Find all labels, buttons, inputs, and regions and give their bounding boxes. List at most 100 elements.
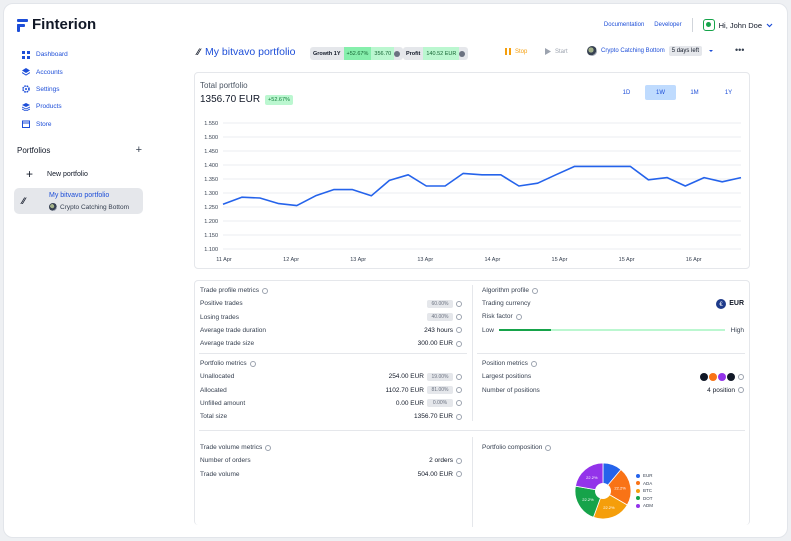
divider	[691, 18, 693, 32]
legend-label: ADM	[643, 503, 653, 509]
info-icon[interactable]	[530, 360, 537, 367]
add-portfolio-icon[interactable]: +	[136, 145, 142, 156]
info-icon[interactable]	[456, 400, 462, 407]
layers-icon	[22, 68, 30, 76]
start-label: Start	[555, 48, 568, 55]
legend-swatch	[636, 488, 640, 493]
sidebar-item-dashboard[interactable]: Dashboard	[22, 46, 68, 63]
info-icon[interactable]	[249, 360, 256, 367]
info-icon[interactable]	[738, 373, 744, 380]
store-icon	[22, 120, 30, 129]
info-icon[interactable]	[456, 387, 462, 394]
info-icon[interactable]	[545, 444, 552, 451]
portfolio-total: 1356.70 EUR	[200, 94, 261, 105]
x-tick-label: 15 Apr	[619, 257, 635, 263]
y-tick-label: 1.500	[204, 135, 218, 141]
developer-link[interactable]: Developer	[654, 22, 681, 28]
metric-value: 40.00%	[427, 313, 462, 322]
info-icon[interactable]	[265, 444, 272, 451]
documentation-link[interactable]: Documentation	[604, 22, 644, 28]
metric-row: Unallocated 254.00 EUR 19.00%	[200, 370, 462, 383]
percent-badge: 81.00%	[427, 386, 453, 395]
legend-item: ADA	[636, 480, 653, 488]
sidebar-item-settings[interactable]: Settings	[22, 81, 68, 98]
stop-label: Stop	[515, 48, 528, 55]
composition-title: Portfolio composition	[482, 444, 543, 451]
metric-label: Trade volume	[200, 470, 240, 478]
metric-value-text: 300.00 EUR	[417, 340, 453, 348]
info-icon[interactable]	[394, 50, 401, 57]
count-label: Number of positions	[482, 386, 540, 394]
portfolio-icon: ⁄⁄	[197, 47, 201, 57]
user-greeting: Hi, John Doe	[718, 20, 762, 30]
x-tick-label: 15 Apr	[552, 257, 568, 263]
slice-label: 22.2%	[586, 475, 598, 480]
legend-label: BTC	[643, 488, 652, 494]
info-icon[interactable]	[456, 471, 462, 478]
metric-value-text: 243 hours	[424, 326, 453, 334]
metric-row: Average trade duration 243 hours	[200, 324, 462, 337]
info-icon[interactable]	[456, 340, 462, 347]
info-icon[interactable]	[515, 313, 522, 320]
percent-badge: 40.00%	[427, 313, 453, 322]
brand-logo[interactable]: Finterion	[17, 16, 96, 33]
info-icon[interactable]	[456, 457, 462, 464]
slice-label: 22.2%	[582, 497, 594, 502]
info-icon[interactable]	[459, 50, 466, 57]
y-tick-label: 1.350	[204, 177, 218, 183]
info-icon[interactable]	[456, 413, 462, 420]
sidebar-item-products[interactable]: Products	[22, 98, 68, 115]
sidebar-item-store[interactable]: Store	[22, 116, 68, 133]
y-tick-label: 1.550	[204, 121, 218, 127]
range-tab-1m[interactable]: 1M	[679, 85, 710, 100]
y-tick-label: 1.250	[204, 205, 218, 211]
metric-row: Number of orders 2 orders	[200, 454, 462, 467]
new-portfolio-button[interactable]: + New portfolio	[26, 168, 88, 180]
stop-button[interactable]: Stop	[505, 48, 527, 55]
info-icon[interactable]	[456, 300, 462, 307]
count-value-text: 4 position	[707, 386, 735, 394]
sidebar-portfolio-item[interactable]: ⁄⁄ My bitvavo portfolio Crypto Catching …	[14, 188, 143, 214]
growth-pct: +52.67%	[343, 47, 372, 60]
portfolios-header: Portfolios +	[17, 145, 142, 156]
percent-badge: 60.00%	[427, 299, 453, 308]
portfolio-bot: Crypto Catching Bottom	[49, 203, 129, 211]
metric-label: Average trade duration	[200, 326, 267, 334]
sidebar-item-accounts[interactable]: Accounts	[22, 63, 68, 80]
user-menu[interactable]: Hi, John Doe	[702, 19, 773, 31]
start-button[interactable]: Start	[545, 48, 568, 55]
info-icon[interactable]	[531, 287, 538, 294]
slice-label: 22.2%	[603, 505, 615, 510]
sidebar-item-label: Settings	[36, 85, 60, 93]
caret-down-icon	[709, 49, 714, 52]
percent-badge: 19.00%	[427, 372, 453, 381]
metric-row: Allocated 1102.70 EUR 81.00%	[200, 383, 462, 396]
info-icon[interactable]	[262, 287, 268, 294]
metric-value-text: 1356.70 EUR	[413, 413, 453, 421]
range-tab-1d[interactable]: 1D	[611, 85, 642, 100]
position-metrics-section: Position metrics Largest positions Numbe…	[482, 357, 744, 397]
metric-row: Total size 1356.70 EUR	[200, 410, 462, 423]
section-title: Trade profile metrics	[200, 284, 462, 297]
info-icon[interactable]	[456, 373, 462, 380]
portfolio-line-chart: 1.550 1.500 1.450 1.400 1.350 1.300 1.250 1.200…	[204, 121, 742, 263]
bot-icon	[587, 46, 597, 56]
pause-icon	[505, 48, 511, 55]
bot-selector[interactable]: Crypto Catching Bottom 5 days left	[587, 46, 716, 56]
info-icon[interactable]	[456, 327, 462, 334]
info-icon[interactable]	[738, 387, 744, 394]
metric-value: 1102.70 EUR 81.00%	[385, 386, 462, 395]
new-portfolio-label: New portfolio	[47, 171, 88, 178]
profit-label: Profit	[406, 50, 421, 57]
info-icon[interactable]	[456, 314, 462, 321]
portfolios-title: Portfolios	[17, 146, 51, 155]
range-tab-1w[interactable]: 1W	[645, 85, 676, 100]
metric-value: 1356.70 EUR	[414, 413, 462, 420]
x-tick-label: 16 Apr	[686, 257, 702, 263]
range-tab-1y[interactable]: 1Y	[713, 85, 744, 100]
divider	[199, 353, 467, 354]
metric-value-text: 2 orders	[429, 457, 453, 465]
more-options-icon[interactable]: •••	[735, 45, 744, 55]
metric-value: 2 orders	[429, 457, 462, 464]
app-window: Finterion Documentation Developer Hi, Jo…	[3, 3, 788, 538]
